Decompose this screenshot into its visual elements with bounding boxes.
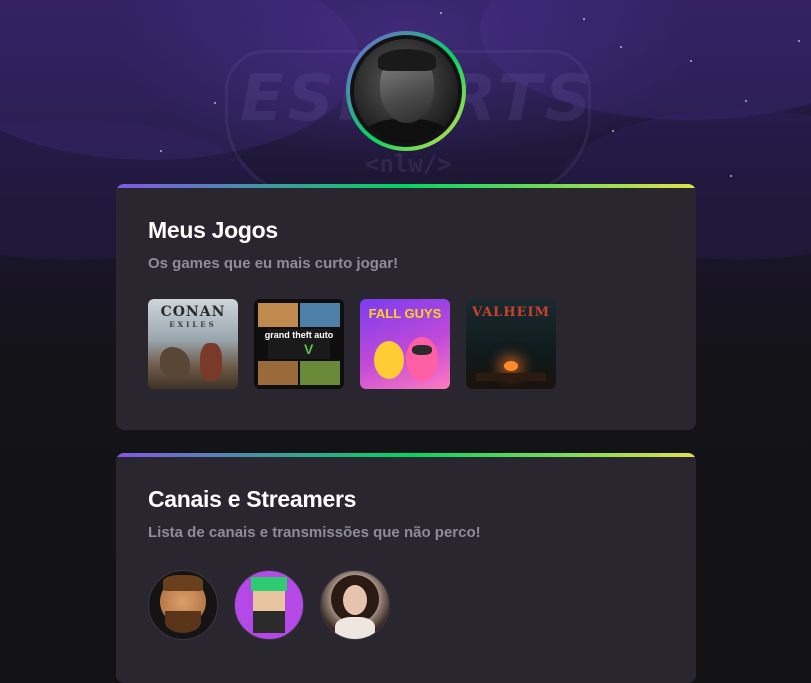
star (690, 60, 692, 62)
star (798, 40, 800, 42)
game-subtitle-text: V (304, 341, 314, 357)
game-art (200, 343, 222, 381)
game-fall-guys[interactable]: FALL GUYS (360, 299, 450, 389)
profile-avatar[interactable] (346, 31, 466, 151)
game-art (300, 303, 340, 327)
game-title-text: FALL GUYS (368, 306, 442, 321)
game-art (412, 345, 432, 355)
games-subtitle: Os games que eu mais curto jogar! (148, 255, 399, 272)
star (745, 100, 747, 102)
game-art (300, 361, 340, 385)
game-title-text: VALHEIM (472, 305, 550, 320)
avatar-hair (378, 49, 436, 71)
game-title-text: CONAN (160, 304, 226, 320)
star (583, 18, 585, 20)
star (440, 12, 442, 14)
game-gta-v[interactable]: grand theft auto V (254, 299, 344, 389)
avatar-beard (165, 611, 201, 633)
streamer-avatar[interactable] (234, 570, 304, 640)
game-art (476, 373, 546, 381)
avatar-beard (253, 611, 285, 633)
streamer-avatar[interactable] (320, 570, 390, 640)
game-subtitle-text: EXILES (169, 320, 217, 329)
game-conan-exiles[interactable]: CONAN EXILES (148, 299, 238, 389)
streamer-avatar[interactable] (148, 570, 218, 640)
campfire-art (504, 361, 518, 371)
games-title: Meus Jogos (148, 217, 278, 243)
game-art (160, 347, 190, 377)
avatar-hair (163, 575, 203, 591)
logo-watermark-subtext: <nlw/> (365, 150, 452, 178)
avatar-shirt (335, 617, 375, 639)
star (730, 175, 732, 177)
game-art (258, 303, 298, 327)
streamers-card: Canais e Streamers Lista de canais e tra… (116, 453, 696, 683)
streamers-subtitle: Lista de canais e transmissões que não p… (148, 524, 481, 541)
game-art (258, 361, 298, 385)
avatar-border (350, 35, 462, 147)
game-valheim[interactable]: VALHEIM (466, 299, 556, 389)
avatar-face (343, 585, 367, 615)
star (214, 102, 216, 104)
avatar-hair (251, 577, 287, 591)
star (160, 150, 162, 152)
star (620, 46, 622, 48)
game-art (406, 337, 438, 381)
star (612, 130, 614, 132)
game-art (374, 341, 404, 379)
game-title-text: grand theft auto (264, 330, 334, 340)
avatar-photo (354, 39, 458, 143)
streamers-title: Canais e Streamers (148, 486, 357, 512)
games-card: Meus Jogos Os games que eu mais curto jo… (116, 184, 696, 430)
